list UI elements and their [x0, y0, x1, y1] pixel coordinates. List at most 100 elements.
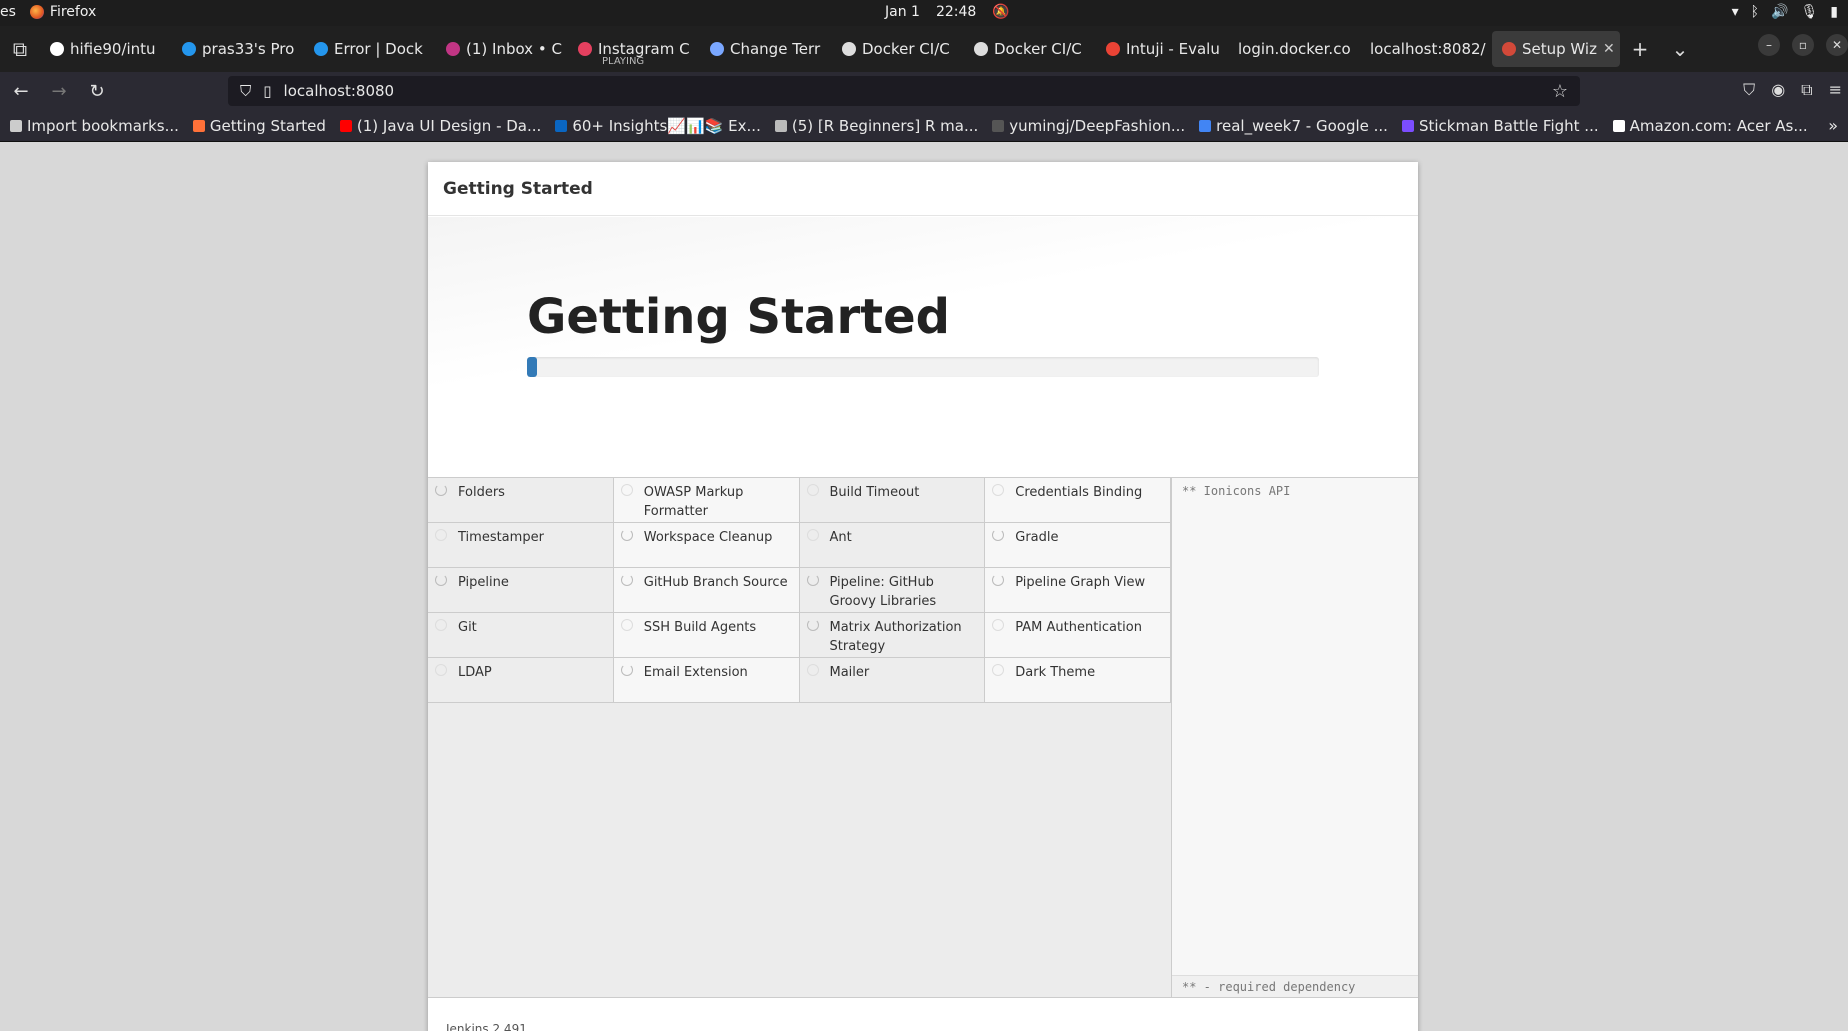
forward-button[interactable]: → — [42, 81, 76, 102]
tab-label: localhost:8082/ — [1370, 40, 1486, 58]
github-icon — [50, 42, 64, 56]
bookmark-label: Stickman Battle Fight ... — [1418, 116, 1599, 135]
plugin-item: LDAP — [428, 658, 614, 703]
hero-section: Getting Started — [428, 217, 1418, 477]
plugin-name: Timestamper — [458, 530, 544, 545]
tab-list-chevron-down-icon[interactable]: ⌄ — [1660, 37, 1700, 61]
plugin-item: Pipeline Graph View — [985, 568, 1171, 613]
extensions-icon[interactable]: ⧉ — [1801, 80, 1812, 100]
back-button[interactable]: ← — [4, 81, 38, 102]
pending-icon — [620, 619, 633, 631]
bookmark-item[interactable]: Getting Started — [192, 117, 326, 135]
install-progress-fill — [527, 357, 537, 377]
tab[interactable]: hifie90/intu — [40, 31, 172, 67]
close-window-button[interactable]: ✕ — [1826, 34, 1848, 56]
plugin-name: Ant — [829, 530, 852, 545]
setup-wizard-panel: Getting Started Getting Started Folders O… — [428, 162, 1418, 1031]
bookmark-item[interactable]: Amazon.com: Acer As... — [1612, 117, 1808, 135]
spinner-icon — [620, 664, 633, 676]
tab[interactable]: Docker CI/C — [832, 31, 964, 67]
minimize-button[interactable]: – — [1758, 34, 1780, 56]
url-bar[interactable]: ⛉ ▯ localhost:8080 ☆ — [228, 76, 1580, 106]
tab[interactable]: Change Terr — [700, 31, 832, 67]
docker-icon — [314, 42, 328, 56]
tab-playing-label: PLAYING — [602, 56, 645, 67]
menu-icon[interactable]: ≡ — [1829, 80, 1842, 100]
plugin-item: Ant — [799, 523, 986, 568]
tab[interactable]: Docker CI/C — [964, 31, 1096, 67]
globe-icon — [774, 119, 787, 132]
tab[interactable]: Instagram C PLAYING — [568, 31, 700, 67]
tab-overview-icon[interactable]: ⧉ — [0, 37, 40, 61]
instagram-icon — [578, 42, 592, 56]
tab[interactable]: (1) Inbox • C — [436, 31, 568, 67]
close-tab-icon[interactable]: ✕ — [1603, 41, 1615, 57]
bookmark-label: (5) [R Beginners] R ma... — [791, 116, 979, 135]
tab-strip: ⧉ hifie90/intu pras33's Pro Error | Dock (1… — [0, 26, 1848, 72]
new-tab-button[interactable]: + — [1620, 37, 1660, 61]
bookmark-item[interactable]: real_week7 - Google ... — [1199, 117, 1388, 135]
page-icon[interactable]: ▯ — [263, 82, 271, 100]
plugin-name: Matrix Authorization Strategy — [829, 620, 962, 654]
tab-active[interactable]: Setup Wiz ✕ — [1492, 31, 1620, 67]
shield-icon[interactable]: ⛉ — [240, 82, 251, 100]
plugin-name: Workspace Cleanup — [643, 530, 773, 545]
gmail-icon — [1106, 42, 1120, 56]
plugin-item: Pipeline — [428, 568, 614, 613]
bookmarks-bar: Import bookmarks... Getting Started (1) Ja… — [0, 110, 1848, 142]
bookmark-item[interactable]: Import bookmarks... — [10, 117, 179, 135]
bookmark-item[interactable]: (5) [R Beginners] R ma... — [774, 116, 979, 135]
plugin-name: LDAP — [458, 665, 492, 680]
url-text[interactable]: localhost:8080 — [284, 82, 395, 100]
openai-icon — [974, 42, 988, 56]
spinner-icon — [435, 484, 447, 496]
activities-button[interactable]: es — [0, 4, 16, 20]
plugin-name: Credentials Binding — [1015, 485, 1143, 500]
bookmark-item[interactable]: (1) Java UI Design - Da... — [339, 116, 542, 135]
bookmark-item[interactable]: Stickman Battle Fight ... — [1401, 116, 1599, 135]
spinner-icon — [620, 529, 633, 541]
plugin-name: Build Timeout — [829, 485, 920, 500]
bookmark-item[interactable]: yumingj/DeepFashion... — [992, 117, 1185, 135]
jenkins-icon — [1502, 42, 1516, 56]
app-menu[interactable]: Firefox — [29, 4, 96, 20]
plugin-item: Credentials Binding — [985, 478, 1171, 523]
openai-icon — [842, 42, 856, 56]
system-tray[interactable]: ▾ ᛒ 🔊 🎙 ▮ — [1732, 4, 1838, 20]
plugin-item: Folders — [428, 478, 614, 523]
spinner-icon — [992, 529, 1005, 541]
plugin-name: PAM Authentication — [1015, 620, 1142, 635]
reload-button[interactable]: ↻ — [80, 81, 114, 102]
bookmark-star-icon[interactable]: ☆ — [1552, 81, 1568, 102]
wifi-icon: ▾ — [1731, 4, 1739, 20]
page-viewport: Getting Started Getting Started Folders O… — [0, 142, 1848, 1031]
pocket-icon[interactable]: ⛉ — [1743, 80, 1755, 100]
tab[interactable]: login.docker.co — [1228, 31, 1360, 67]
tab-label: hifie90/intu — [70, 40, 156, 58]
tab[interactable]: Error | Dock — [304, 31, 436, 67]
system-top-bar: es Firefox Jan 1 22:48 🔕 ▾ ᛒ 🔊 🎙 ▮ — [0, 0, 1848, 26]
plugin-name: Pipeline Graph View — [1015, 575, 1146, 590]
bookmark-item[interactable]: 60+ Insights📈📊📚 Ex... — [555, 117, 761, 135]
plugin-name: Pipeline — [458, 575, 509, 590]
plugin-name: Mailer — [829, 665, 870, 680]
tab[interactable]: localhost:8082/ — [1360, 31, 1492, 67]
install-progress-bar — [527, 357, 1319, 377]
battery-icon: ▮ — [1830, 4, 1838, 20]
bookmarks-overflow-icon[interactable]: » — [1828, 116, 1838, 135]
clock[interactable]: Jan 1 22:48 🔕 — [885, 4, 1010, 20]
bookmark-label: (1) Java UI Design - Da... — [356, 116, 542, 135]
tab[interactable]: pras33's Pro — [172, 31, 304, 67]
plugin-name: Folders — [458, 485, 505, 500]
plugin-item: Dark Theme — [985, 658, 1171, 703]
account-icon[interactable]: ◉ — [1771, 80, 1785, 100]
restore-button[interactable]: ▫ — [1792, 34, 1814, 56]
tab-label: login.docker.co — [1238, 40, 1351, 58]
tab[interactable]: Intuji - Evalu — [1096, 31, 1228, 67]
plugin-item: SSH Build Agents — [613, 613, 800, 658]
plugin-name: Gradle — [1015, 530, 1059, 545]
install-log[interactable]: ** Ionicons API ** - required dependency — [1171, 478, 1418, 998]
pending-icon — [435, 619, 447, 631]
pending-icon — [992, 484, 1005, 496]
bluetooth-icon: ᛒ — [1750, 4, 1760, 20]
